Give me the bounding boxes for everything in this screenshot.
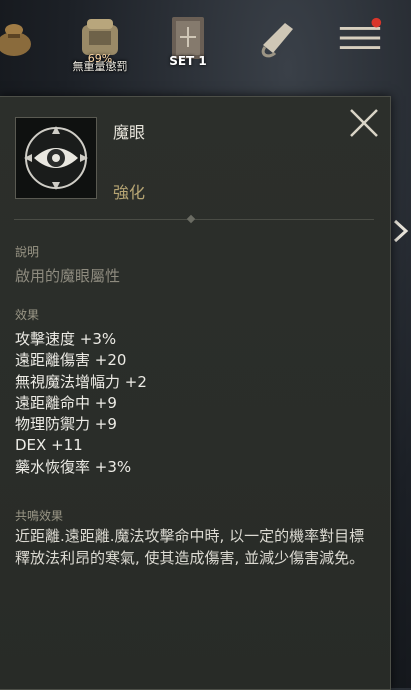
item-type: 強化 xyxy=(113,183,146,202)
description-text: 啟用的魔眼屬性 xyxy=(15,267,121,285)
effect-item: 遠距離命中 +9 xyxy=(15,393,117,412)
set-label: SET 1 xyxy=(169,54,207,68)
inventory-button[interactable]: 69% 無重量懲罰 xyxy=(73,14,128,74)
effect-item: 攻擊速度 +3% xyxy=(15,330,117,348)
description-title: 說明 xyxy=(15,245,40,259)
scroll-icon xyxy=(254,14,302,62)
top-hud: 69% 無重量懲罰 SET 1 xyxy=(0,0,411,96)
resonance-text: 近距離.遠距離.魔法攻擊命中時, 以一定的機率對目標釋放法利昂的寒氣, 使其造成… xyxy=(15,527,365,567)
item-name: 魔眼 xyxy=(113,123,146,142)
eye-icon xyxy=(24,126,88,190)
main-menu-button[interactable] xyxy=(334,14,386,62)
effects-list: 攻擊速度 +3% 遠距離傷害 +20 無視魔法增幅力 +2 遠距離命中 +9 物… xyxy=(15,329,147,478)
effect-item: 藥水恢復率 +3% xyxy=(15,457,132,476)
effect-item: DEX +11 xyxy=(15,436,83,455)
close-x-icon xyxy=(350,109,378,137)
resonance-title: 共鳴效果 xyxy=(15,509,64,523)
bag-icon: 69% xyxy=(76,14,124,65)
item-detail-panel: 魔眼 強化 說明 啟用的魔眼屬性 效果 攻擊速度 +3% 遠距離傷害 +20 無… xyxy=(0,96,391,690)
effect-item: 無視魔法增幅力 +2 xyxy=(15,372,147,391)
close-button[interactable] xyxy=(346,105,382,141)
scroll-button[interactable] xyxy=(252,14,304,62)
pouch-button[interactable] xyxy=(0,14,38,62)
hamburger-menu-icon xyxy=(336,14,384,62)
item-icon-frame xyxy=(15,117,97,199)
bag-weight-percent: 69% xyxy=(87,52,113,65)
divider-ornament xyxy=(186,214,196,224)
effect-item: 遠距離傷害 +20 xyxy=(15,351,127,370)
book-icon: SET 1 xyxy=(164,14,212,68)
equipment-set-button[interactable]: SET 1 xyxy=(162,14,214,68)
pouch-icon xyxy=(0,14,38,62)
effects-title: 效果 xyxy=(15,308,40,322)
effect-item: 物理防禦力 +9 xyxy=(15,415,117,434)
page-arrow-icon[interactable] xyxy=(392,218,410,248)
